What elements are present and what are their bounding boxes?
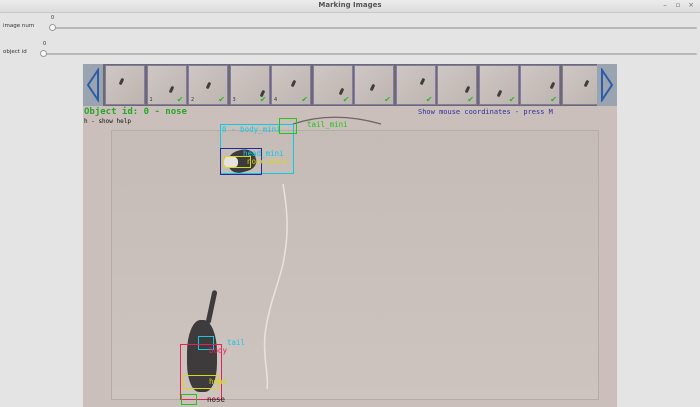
object-id-value: 0 — [43, 41, 47, 47]
image-num-slider-track[interactable] — [50, 27, 697, 29]
label-nose-mini: nose_mini — [247, 157, 288, 166]
image-num-slider-handle[interactable] — [49, 24, 56, 31]
maximize-icon[interactable]: ▫ — [673, 1, 683, 9]
object-id-slider-handle[interactable] — [40, 50, 47, 57]
label-nose: nose — [207, 395, 226, 404]
close-icon[interactable]: × — [686, 1, 696, 9]
label-body: body — [209, 346, 228, 355]
object-id-slider-track[interactable] — [42, 53, 697, 55]
bbox-tail-mini[interactable] — [279, 118, 297, 134]
object-id-label: object id — [3, 49, 27, 55]
object-id-slider-row: object id 0 — [0, 40, 700, 62]
window-titlebar: Marking Images – ▫ × — [0, 0, 700, 13]
label-tail: tail — [227, 338, 246, 347]
image-num-slider-row: image num 0 — [0, 14, 700, 36]
label-head: head — [209, 377, 228, 386]
minimize-icon[interactable]: – — [660, 1, 670, 9]
window-title: Marking Images — [318, 1, 382, 9]
bbox-nose[interactable] — [181, 394, 197, 405]
image-num-value: 0 — [51, 15, 55, 21]
label-body-mini: 0 - body_mini — [222, 125, 281, 134]
label-tail-mini: tail_mini — [307, 120, 348, 129]
image-viewer[interactable]: 1 ✔ 2 ✔ 3 ✔ 4 ✔ ✔ ✔ ✔ ✔ ✔ ✔ Object id: 0 - nose h - s… — [83, 64, 617, 407]
arena-cable-line — [263, 116, 382, 390]
image-num-label: image num — [3, 23, 35, 29]
